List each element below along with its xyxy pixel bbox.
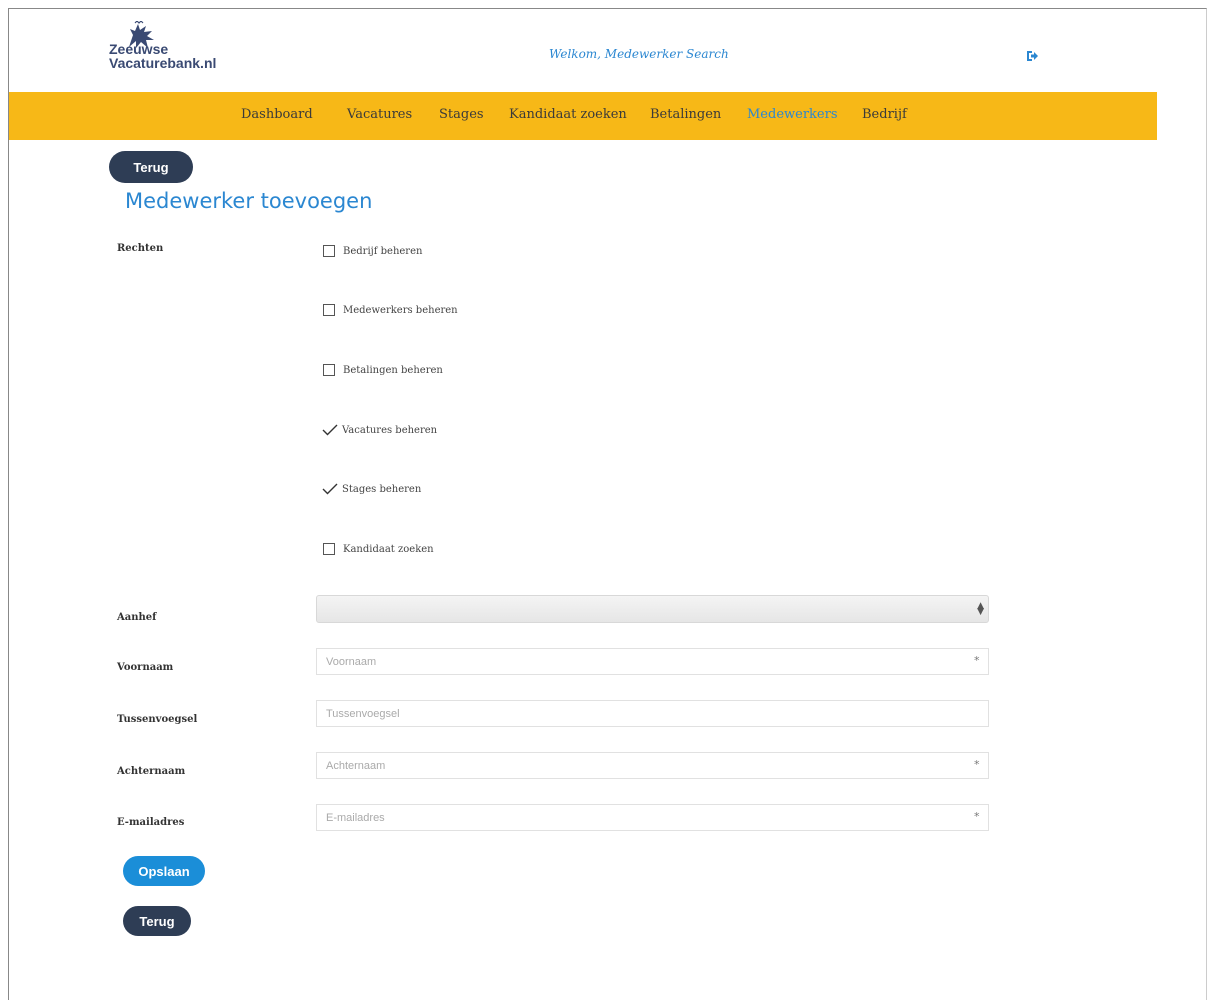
required-marker: *: [974, 758, 980, 771]
permission-vacatures-beheren[interactable]: Vacatures beheren: [322, 422, 437, 438]
logout-icon[interactable]: [1025, 49, 1039, 63]
permission-label: Bedrijf beheren: [343, 245, 423, 257]
checkbox-unchecked[interactable]: [323, 304, 335, 316]
nav-vacatures[interactable]: Vacatures: [347, 107, 412, 122]
checkmark-icon[interactable]: [322, 423, 338, 437]
welcome-message: Welkom, Medewerker Search: [549, 47, 729, 61]
firstname-input[interactable]: [316, 648, 989, 675]
nav-dashboard[interactable]: Dashboard: [241, 107, 313, 122]
back-button-top[interactable]: Terug: [109, 151, 193, 183]
site-header: Zeeuwse Vacaturebank.nl Welkom, Medewerk…: [9, 9, 1157, 92]
page-title: Medewerker toevoegen: [125, 189, 373, 213]
select-arrows-icon: ▲ ▼: [977, 601, 984, 617]
required-marker: *: [974, 810, 980, 823]
email-label: E-mailadres: [117, 817, 185, 828]
checkbox-unchecked[interactable]: [323, 364, 335, 376]
browser-frame: Zeeuwse Vacaturebank.nl Welkom, Medewerk…: [8, 8, 1207, 1000]
logo-text-line2: Vacaturebank.nl: [109, 55, 217, 71]
checkmark-icon[interactable]: [322, 482, 338, 496]
permission-label: Betalingen beheren: [343, 364, 443, 376]
firstname-label: Voornaam: [117, 662, 174, 673]
salutation-label: Aanhef: [117, 612, 157, 623]
lastname-input[interactable]: [316, 752, 989, 779]
permission-label: Stages beheren: [342, 483, 422, 495]
permission-medewerkers-beheren[interactable]: Medewerkers beheren: [323, 302, 458, 318]
permission-kandidaat-zoeken[interactable]: Kandidaat zoeken: [323, 541, 434, 557]
permission-label: Kandidaat zoeken: [343, 543, 434, 555]
salutation-select[interactable]: ▲ ▼: [316, 595, 989, 623]
back-button-bottom[interactable]: Terug: [123, 906, 191, 936]
main-nav: Dashboard Vacatures Stages Kandidaat zoe…: [9, 92, 1157, 140]
lastname-label: Achternaam: [117, 766, 186, 777]
permission-bedrijf-beheren[interactable]: Bedrijf beheren: [323, 243, 422, 259]
infix-label: Tussenvoegsel: [117, 714, 198, 725]
checkbox-unchecked[interactable]: [323, 543, 335, 555]
nav-medewerkers[interactable]: Medewerkers: [747, 107, 838, 122]
permission-label: Medewerkers beheren: [343, 304, 458, 316]
permission-stages-beheren[interactable]: Stages beheren: [322, 481, 421, 497]
nav-kandidaat-zoeken[interactable]: Kandidaat zoeken: [509, 107, 627, 122]
permission-label: Vacatures beheren: [342, 424, 438, 436]
site-logo[interactable]: Zeeuwse Vacaturebank.nl: [109, 21, 269, 85]
rights-label: Rechten: [117, 243, 164, 254]
nav-stages[interactable]: Stages: [439, 107, 484, 122]
email-input[interactable]: [316, 804, 989, 831]
nav-betalingen[interactable]: Betalingen: [650, 107, 721, 122]
nav-bedrijf[interactable]: Bedrijf: [862, 107, 907, 122]
permission-betalingen-beheren[interactable]: Betalingen beheren: [323, 362, 443, 378]
required-marker: *: [974, 654, 980, 667]
infix-input[interactable]: [316, 700, 989, 727]
save-button[interactable]: Opslaan: [123, 856, 205, 886]
checkbox-unchecked[interactable]: [323, 245, 335, 257]
